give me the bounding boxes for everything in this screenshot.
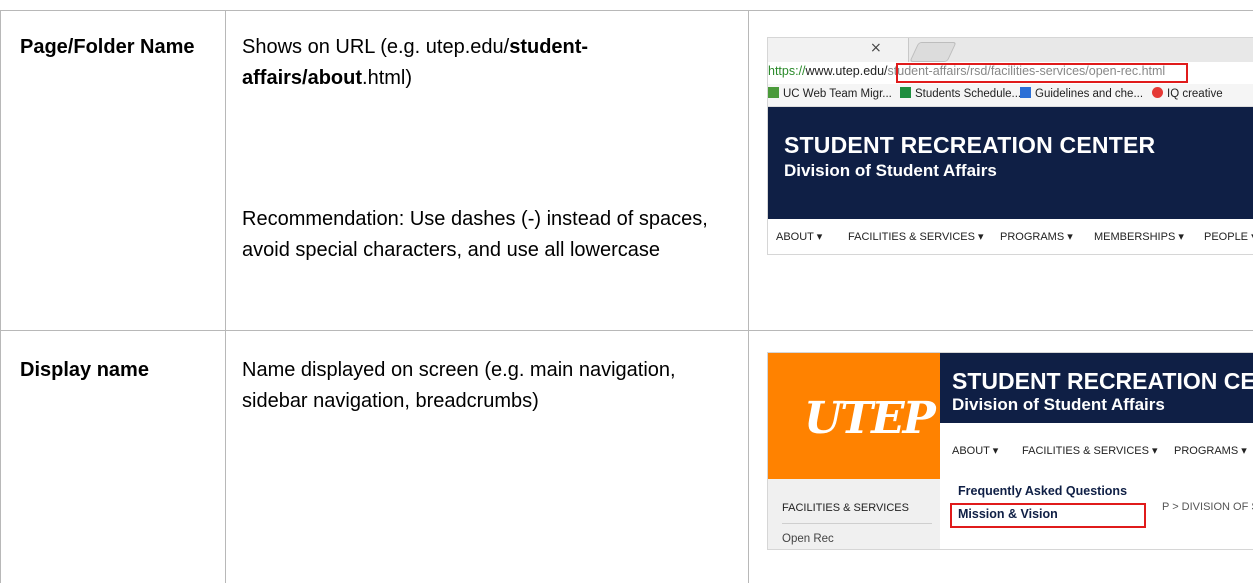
display-name-example-screenshot: UTEP STUDENT RECREATION CEN Division of … xyxy=(767,352,1253,550)
mission-vision-highlight-box xyxy=(950,503,1146,528)
utep-logo-block: UTEP xyxy=(768,353,940,479)
bookmark-label: IQ creative xyxy=(1167,88,1223,100)
main-navigation: ABOUT ▾ FACILITIES & SERVICES ▾ PROGRAMS… xyxy=(940,423,1253,479)
windows-grid-icon xyxy=(1020,87,1031,98)
desc-suffix: .html) xyxy=(362,67,413,89)
nav-item-programs: PROGRAMS ▾ xyxy=(1174,445,1247,457)
browser-tab: × xyxy=(768,38,909,62)
bookmark-label: Guidelines and che... xyxy=(1035,88,1144,100)
main-navigation: ABOUT ▾ FACILITIES & SERVICES ▾ PROGRAMS… xyxy=(768,219,1253,253)
new-tab-icon xyxy=(909,42,957,62)
tab-close-icon: × xyxy=(870,40,882,56)
bookmark-item: IQ creative xyxy=(1152,87,1223,100)
sidebar-navigation: FACILITIES & SERVICES Open Rec xyxy=(768,479,940,549)
sheet-icon xyxy=(768,87,779,98)
site-title: STUDENT RECREATION CEN xyxy=(952,368,1253,394)
desc-prefix: Shows on URL (e.g. utep.edu/ xyxy=(242,36,510,58)
site-title: STUDENT RECREATION CENTER xyxy=(784,132,1156,158)
site-subtitle: Division of Student Affairs xyxy=(952,395,1165,414)
bookmark-label: UC Web Team Migr... xyxy=(783,88,892,100)
row-label-page-folder-name: Page/Folder Name xyxy=(20,36,195,58)
search-q-icon xyxy=(1152,87,1163,98)
bookmark-label: Students Schedule... xyxy=(915,88,1022,100)
site-header-banner: STUDENT RECREATION CEN Division of Stude… xyxy=(940,353,1253,423)
browser-tab-bar: × xyxy=(768,38,1253,62)
bookmark-item: Students Schedule... xyxy=(900,87,1021,100)
table-column-divider xyxy=(225,10,226,583)
url-path-highlight-box xyxy=(896,63,1188,83)
url-host: www.utep.edu/ xyxy=(805,64,888,78)
row-recommendation: Recommendation: Use dashes (-) instead o… xyxy=(242,208,708,261)
row-label-display-name: Display name xyxy=(20,359,149,381)
document-table: Page/Folder Name Shows on URL (e.g. utep… xyxy=(0,0,1253,583)
dropdown-item-faq: Frequently Asked Questions xyxy=(958,484,1128,498)
table-top-border xyxy=(0,10,1253,11)
page-lower-area: FACILITIES & SERVICES Open Rec Frequentl… xyxy=(768,479,1253,549)
url-example-screenshot: × https://www.utep.edu/student-affairs/r… xyxy=(767,37,1253,255)
bookmark-item: UC Web Team Migr... xyxy=(768,87,892,100)
nav-item-people: PEOPLE ▾ xyxy=(1204,231,1253,243)
nav-item-facilities: FACILITIES & SERVICES ▾ xyxy=(1022,445,1158,457)
utep-logo: UTEP xyxy=(804,393,936,444)
site-header-banner: STUDENT RECREATION CENTER Division of St… xyxy=(768,107,1253,219)
nav-item-about: ABOUT ▾ xyxy=(952,445,999,457)
about-dropdown-menu: Frequently Asked Questions Mission & Vis… xyxy=(950,479,1160,528)
breadcrumb: P > DIVISION OF ST xyxy=(1162,501,1253,513)
spreadsheet-icon xyxy=(900,87,911,98)
sidebar-heading: FACILITIES & SERVICES xyxy=(782,502,909,514)
address-bar: https://www.utep.edu/student-affairs/rsd… xyxy=(768,62,1253,84)
row-description-url: Shows on URL (e.g. utep.edu/student-affa… xyxy=(242,32,712,94)
row-description-display: Name displayed on screen (e.g. main navi… xyxy=(242,359,676,412)
bookmarks-bar: UC Web Team Migr... Students Schedule...… xyxy=(768,84,1253,107)
table-column-divider xyxy=(0,10,1,583)
nav-item-memberships: MEMBERSHIPS ▾ xyxy=(1094,231,1184,243)
sidebar-divider xyxy=(782,523,932,524)
table-row-divider xyxy=(0,330,1253,331)
nav-item-facilities: FACILITIES & SERVICES ▾ xyxy=(848,231,984,243)
bookmark-item: Guidelines and che... xyxy=(1020,87,1143,100)
nav-item-about: ABOUT ▾ xyxy=(776,231,823,243)
table-column-divider xyxy=(748,10,749,583)
url-scheme: https:// xyxy=(768,64,806,78)
sidebar-item-open-rec: Open Rec xyxy=(782,533,834,545)
site-subtitle: Division of Student Affairs xyxy=(784,161,997,180)
nav-item-programs: PROGRAMS ▾ xyxy=(1000,231,1073,243)
